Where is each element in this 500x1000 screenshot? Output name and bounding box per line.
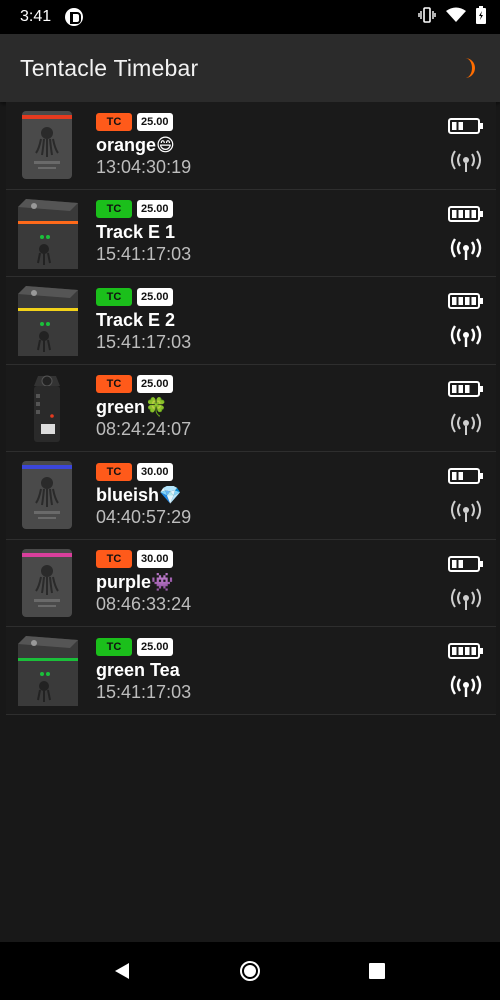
signal-icon — [448, 587, 484, 616]
device-name: Track E 1 — [96, 222, 176, 243]
app-bar: Tentacle Timebar — [0, 34, 500, 102]
device-timecode: 04:40:57:29 — [96, 506, 192, 527]
home-button[interactable] — [230, 951, 270, 991]
vibrate-icon — [418, 6, 436, 29]
battery-icon — [448, 468, 484, 489]
device-timecode: 15:41:17:03 — [96, 681, 192, 702]
app-title: Tentacle Timebar — [20, 54, 199, 81]
tc-badge: TC — [96, 462, 132, 481]
fps-badge: 25.00 — [137, 637, 173, 656]
battery-icon — [448, 380, 484, 402]
device-name: green Tea — [96, 659, 180, 680]
device-status — [446, 118, 486, 178]
tc-badge: TC — [96, 287, 132, 306]
fps-badge: 25.00 — [137, 112, 173, 131]
device-list: TC 25.00 orange😄 13:04:30:19 TC 25.00 Tr… — [6, 102, 496, 715]
wifi-icon — [446, 7, 466, 28]
device-info: TC 25.00 green🍀 08:24:24:07 — [96, 375, 191, 440]
signal-icon — [448, 499, 484, 528]
device-status — [446, 555, 486, 616]
fps-badge: 25.00 — [137, 375, 173, 394]
device-status — [446, 643, 486, 703]
device-info: TC 25.00 green Tea 15:41:17:03 — [96, 637, 192, 703]
fps-badge: 25.00 — [137, 287, 173, 306]
tc-badge: TC — [96, 375, 132, 394]
device-info: TC 30.00 purple👾 08:46:33:24 — [96, 550, 191, 615]
badges: TC 25.00 — [96, 637, 191, 656]
badges: TC 25.00 — [96, 375, 191, 394]
signal-icon — [448, 674, 484, 703]
dark-mode-moon-icon[interactable] — [456, 56, 480, 80]
device-thumbnail — [14, 547, 80, 619]
device-thumbnail — [14, 109, 80, 181]
device-timecode: 08:46:33:24 — [96, 594, 192, 615]
status-bar: 3:41 — [0, 0, 500, 34]
signal-icon — [448, 324, 484, 353]
badges: TC 25.00 — [96, 200, 191, 219]
device-timecode: 08:24:24:07 — [96, 419, 192, 440]
device-name: Track E 2 — [96, 309, 176, 330]
badges: TC 30.00 — [96, 550, 191, 569]
device-status — [446, 468, 486, 528]
device-status — [446, 205, 486, 266]
badges: TC 25.00 — [96, 112, 191, 131]
device-status — [446, 380, 486, 441]
device-row[interactable]: TC 25.00 green Tea 15:41:17:03 — [6, 627, 496, 715]
badges: TC 25.00 — [96, 287, 191, 306]
device-status — [446, 293, 486, 353]
device-info: TC 25.00 orange😄 13:04:30:19 — [96, 112, 192, 178]
device-name: blueish💎 — [96, 484, 182, 505]
fps-badge: 30.00 — [137, 550, 173, 569]
device-row[interactable]: TC 30.00 blueish💎 04:40:57:29 — [6, 452, 496, 540]
signal-icon — [448, 149, 484, 178]
device-info: TC 30.00 blueish💎 04:40:57:29 — [96, 462, 192, 528]
status-icons — [418, 5, 486, 29]
recents-button[interactable] — [357, 951, 397, 991]
device-row[interactable]: TC 25.00 green🍀 08:24:24:07 — [6, 364, 496, 452]
device-info: TC 25.00 Track E 1 15:41:17:03 — [96, 200, 191, 265]
battery-icon — [448, 293, 484, 314]
device-thumbnail — [14, 197, 80, 269]
device-thumbnail — [14, 634, 80, 707]
signal-icon — [448, 237, 484, 266]
device-info: TC 25.00 Track E 2 15:41:17:03 — [96, 287, 192, 353]
device-row[interactable]: TC 30.00 purple👾 08:46:33:24 — [6, 539, 496, 627]
tc-badge: TC — [96, 637, 132, 656]
battery-icon — [448, 555, 484, 577]
device-thumbnail — [14, 284, 80, 357]
battery-icon — [448, 118, 484, 139]
battery-status-icon — [476, 5, 486, 29]
status-time: 3:41 — [20, 8, 52, 25]
device-thumbnail — [14, 372, 80, 444]
navigation-bar — [0, 942, 500, 1000]
badges: TC 30.00 — [96, 462, 191, 481]
device-name: green🍀 — [96, 397, 168, 418]
fps-badge: 25.00 — [137, 200, 173, 219]
device-timecode: 13:04:30:19 — [96, 156, 192, 177]
tc-badge: TC — [96, 200, 132, 219]
tc-badge: TC — [96, 112, 132, 131]
signal-icon — [448, 412, 484, 441]
device-timecode: 15:41:17:03 — [96, 244, 192, 265]
app-notification-icon — [65, 8, 84, 26]
device-row[interactable]: TC 25.00 Track E 1 15:41:17:03 — [6, 189, 496, 277]
device-name: purple👾 — [96, 572, 174, 593]
device-row[interactable]: TC 25.00 Track E 2 15:41:17:03 — [6, 277, 496, 365]
fps-badge: 30.00 — [137, 462, 173, 481]
device-thumbnail — [14, 459, 80, 531]
device-row[interactable]: TC 25.00 orange😄 13:04:30:19 — [6, 102, 496, 190]
battery-icon — [448, 643, 484, 664]
battery-icon — [448, 205, 484, 227]
back-button[interactable] — [103, 951, 143, 991]
device-name: orange😄 — [96, 134, 175, 155]
device-timecode: 15:41:17:03 — [96, 331, 192, 352]
tc-badge: TC — [96, 550, 132, 569]
